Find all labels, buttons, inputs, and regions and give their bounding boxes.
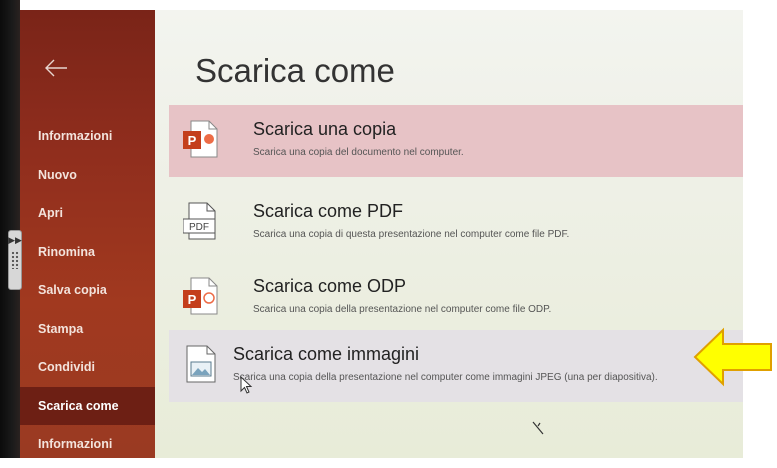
page-title: Scarica come <box>195 52 395 89</box>
arrow-left-icon <box>45 59 67 77</box>
option-scarica-come-pdf[interactable]: PDF Scarica come PDF Scarica una copia d… <box>169 187 743 259</box>
pdf-file-icon: PDF <box>183 202 216 240</box>
sidebar-item-condividi[interactable]: Condividi <box>20 348 155 387</box>
sparkle-mark-icon <box>532 421 544 435</box>
mouse-cursor-icon <box>240 376 253 394</box>
sidebar-item-stampa[interactable]: Stampa <box>20 310 155 349</box>
option-title: Scarica come immagini <box>233 344 420 364</box>
sidebar-item-informazioni[interactable]: Informazioni <box>20 117 155 156</box>
option-scarica-come-odp[interactable]: P Scarica come ODP Scarica una copia del… <box>169 262 743 334</box>
option-scarica-una-copia[interactable]: P Scarica una copia Scarica una copia de… <box>169 105 743 177</box>
screen-bezel-top <box>0 0 777 10</box>
back-button[interactable] <box>36 50 76 86</box>
sidebar-item-apri[interactable]: Apri <box>20 194 155 233</box>
option-description: Scarica una copia del documento nel comp… <box>253 147 464 158</box>
grip-icon <box>11 251 19 269</box>
option-title: Scarica come PDF <box>253 201 404 221</box>
double-chevron-right-icon: ▶▶ <box>8 235 22 245</box>
sidebar-item-scarica-come[interactable]: Scarica come <box>20 386 155 425</box>
sidebar-item-nuovo[interactable]: Nuovo <box>20 156 155 195</box>
svg-text:P: P <box>188 133 197 148</box>
yellow-arrow-left-icon <box>693 327 772 387</box>
sidebar-item-salva-copia[interactable]: Salva copia <box>20 271 155 310</box>
image-file-icon <box>186 345 216 383</box>
backstage-sidebar: Informazioni Nuovo Apri Rinomina Salva c… <box>20 10 155 458</box>
sidebar-nav: Informazioni Nuovo Apri Rinomina Salva c… <box>20 117 155 464</box>
svg-text:PDF: PDF <box>189 222 209 233</box>
sidebar-item-rinomina[interactable]: Rinomina <box>20 233 155 272</box>
screen-bezel-bottom <box>0 458 777 468</box>
option-description: Scarica una copia della presentazione ne… <box>233 372 658 383</box>
svg-text:P: P <box>188 292 197 307</box>
screen-bezel-right <box>743 0 777 468</box>
option-scarica-come-immagini[interactable]: Scarica come immagini Scarica una copia … <box>169 330 743 402</box>
option-description: Scarica una copia di questa presentazion… <box>253 229 570 240</box>
option-description: Scarica una copia della presentazione ne… <box>253 304 552 315</box>
option-title: Scarica una copia <box>253 119 397 139</box>
powerpoint-file-icon: P <box>183 120 218 158</box>
option-title: Scarica come ODP <box>253 276 407 296</box>
odp-file-icon: P <box>183 277 218 315</box>
side-panel-handle[interactable]: ▶▶ <box>8 230 22 290</box>
